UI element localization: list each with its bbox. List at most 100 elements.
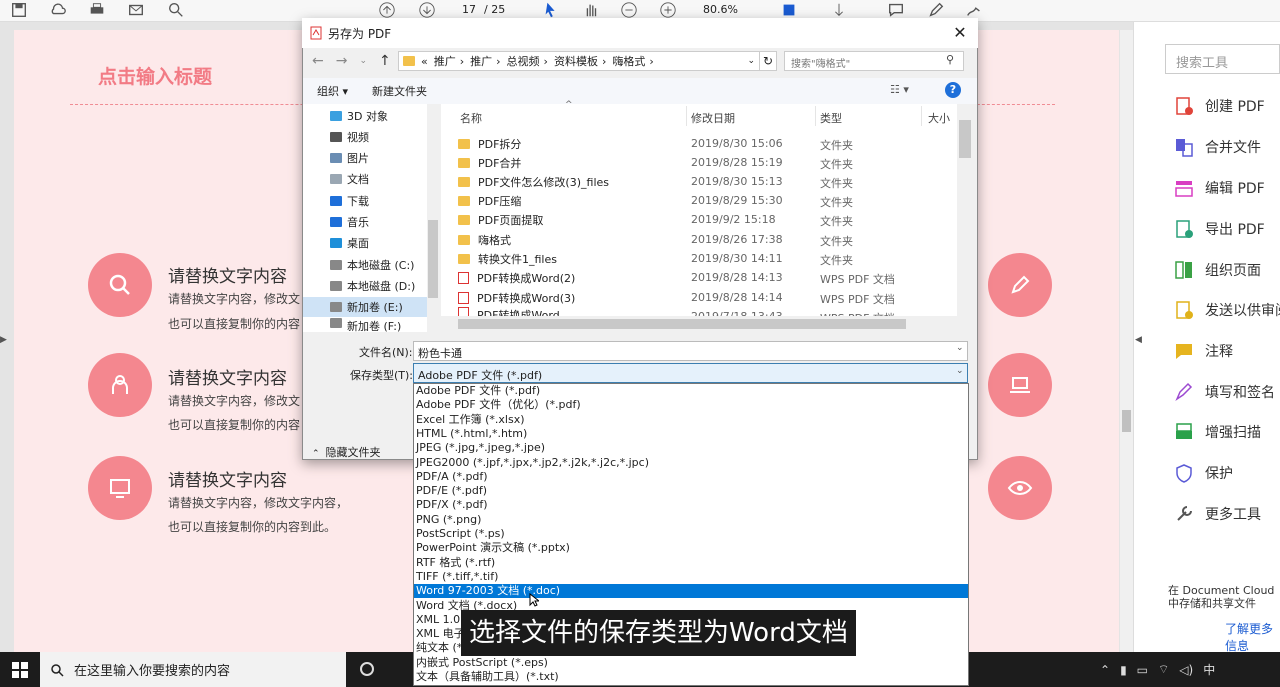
address-bar[interactable]: « 推广 › 推广 › 总视频 › 资料模板 › 嗨格式 › ⌄: [398, 51, 760, 71]
filetype-option[interactable]: TIFF (*.tiff,*.tif): [414, 570, 968, 584]
file-row[interactable]: PDF文件怎么修改(3)_files: [458, 172, 609, 191]
email-icon[interactable]: [125, 0, 147, 20]
file-row[interactable]: 嗨格式: [458, 230, 511, 249]
document-scrollbar[interactable]: [1120, 30, 1133, 652]
column-header-date[interactable]: 修改日期: [691, 110, 735, 126]
tools-search-input[interactable]: 搜索工具: [1165, 44, 1280, 74]
taskbar-search-box[interactable]: 在这里输入你要搜索的内容: [40, 652, 346, 687]
tool-combine-files[interactable]: 合并文件: [1173, 136, 1261, 158]
filetype-option[interactable]: JPEG2000 (*.jpf,*.jpx,*.jp2,*.j2k,*.j2c,…: [414, 456, 968, 470]
nav-item-videos[interactable]: 视频: [330, 127, 369, 147]
chevron-down-icon[interactable]: ⌄: [956, 366, 964, 376]
tool-create-pdf[interactable]: 创建 PDF: [1173, 95, 1265, 117]
tool-more-tools[interactable]: 更多工具: [1173, 503, 1261, 525]
breadcrumb-item[interactable]: 总视频: [507, 53, 540, 69]
column-header-type[interactable]: 类型: [820, 110, 842, 126]
breadcrumb-item[interactable]: 资料模板: [554, 53, 598, 69]
view-options-icon[interactable]: ☷ ▾: [890, 83, 909, 96]
breadcrumb-item[interactable]: 嗨格式: [612, 53, 645, 69]
task-view-icon[interactable]: [360, 662, 374, 676]
folder-search-input[interactable]: 搜索"嗨格式": [784, 51, 964, 71]
file-row[interactable]: PDF转换成Word: [458, 307, 560, 316]
filetype-select[interactable]: Adobe PDF 文件 (*.pdf): [413, 363, 968, 383]
breadcrumb-item[interactable]: 推广: [470, 53, 492, 69]
column-header-size[interactable]: 大小: [928, 110, 950, 126]
back-arrow-icon[interactable]: ←: [312, 53, 324, 69]
breadcrumb-back[interactable]: «: [421, 55, 428, 68]
windows-start-button[interactable]: [0, 652, 40, 687]
file-row[interactable]: 转换文件1_files: [458, 249, 557, 268]
filetype-option[interactable]: HTML (*.html,*.htm): [414, 427, 968, 441]
battery-icon[interactable]: ▭: [1137, 663, 1148, 677]
zoom-in-icon[interactable]: [657, 0, 679, 20]
scroll-mode-icon[interactable]: [828, 0, 850, 20]
organize-button[interactable]: 组织 ▾: [317, 83, 348, 99]
column-header-name[interactable]: 名称: [460, 110, 482, 126]
file-row[interactable]: PDF转换成Word(2): [458, 268, 575, 287]
filetype-option[interactable]: PDF/X (*.pdf): [414, 498, 968, 512]
select-cursor-icon[interactable]: [540, 0, 562, 20]
chevron-down-icon[interactable]: ⌄: [747, 56, 755, 66]
highlight-pen-icon[interactable]: [925, 0, 947, 20]
tool-organize-pages[interactable]: 组织页面: [1173, 259, 1261, 281]
filetype-option[interactable]: Adobe PDF 文件 (*.pdf): [414, 384, 968, 398]
tool-export-pdf[interactable]: 导出 PDF: [1173, 218, 1265, 240]
nav-item-music[interactable]: 音乐: [330, 212, 369, 232]
zoom-level[interactable]: 80.6%: [703, 3, 738, 16]
tool-edit-pdf[interactable]: 编辑 PDF: [1173, 177, 1265, 199]
nav-item-drive-f[interactable]: 新加卷 (F:): [330, 318, 401, 332]
prev-page-icon[interactable]: [376, 0, 398, 20]
upload-cloud-icon[interactable]: [47, 0, 69, 20]
fit-page-icon[interactable]: [778, 0, 800, 20]
close-icon[interactable]: ✕: [950, 23, 970, 43]
learn-more-link[interactable]: 了解更多信息: [1225, 620, 1280, 654]
nav-item-documents[interactable]: 文档: [330, 169, 369, 189]
nav-scroll-thumb[interactable]: [428, 220, 438, 298]
nav-item-drive-e[interactable]: 新加卷 (E:): [330, 297, 403, 317]
filetype-option[interactable]: 文本（具备辅助工具）(*.txt): [414, 670, 968, 684]
forward-arrow-icon[interactable]: →: [336, 53, 348, 69]
file-row[interactable]: PDF页面提取: [458, 210, 543, 229]
up-arrow-icon[interactable]: ↑: [379, 53, 391, 69]
filetype-option[interactable]: PDF/A (*.pdf): [414, 470, 968, 484]
nav-item-drive-c[interactable]: 本地磁盘 (C:): [330, 255, 414, 275]
filename-input[interactable]: 粉色卡通: [413, 341, 968, 361]
ime-indicator[interactable]: 中: [1203, 661, 1215, 678]
filetype-option[interactable]: Adobe PDF 文件（优化）(*.pdf): [414, 398, 968, 412]
save-icon[interactable]: [8, 0, 30, 20]
microphone-icon[interactable]: ▮: [1120, 663, 1127, 677]
collapse-left-icon[interactable]: ▶: [0, 335, 7, 345]
next-page-icon[interactable]: [416, 0, 438, 20]
nav-item-3d-objects[interactable]: 3D 对象: [330, 106, 388, 126]
tool-fill-sign[interactable]: 填写和签名: [1173, 381, 1275, 403]
file-list-hscroll-thumb[interactable]: [458, 319, 906, 329]
hand-tool-icon[interactable]: [580, 0, 602, 20]
filetype-option[interactable]: RTF 格式 (*.rtf): [414, 556, 968, 570]
filetype-option[interactable]: PNG (*.png): [414, 513, 968, 527]
chevron-down-icon[interactable]: ⌄: [956, 343, 964, 353]
print-icon[interactable]: [86, 0, 108, 20]
filetype-option[interactable]: Excel 工作簿 (*.xlsx): [414, 413, 968, 427]
hide-folders-button[interactable]: ⌃ 隐藏文件夹: [312, 444, 381, 460]
filetype-option[interactable]: PowerPoint 演示文稿 (*.pptx): [414, 541, 968, 555]
file-row[interactable]: PDF拆分: [458, 134, 521, 153]
nav-item-drive-d[interactable]: 本地磁盘 (D:): [330, 276, 415, 296]
file-row[interactable]: PDF合并: [458, 153, 521, 172]
filetype-option[interactable]: PDF/E (*.pdf): [414, 484, 968, 498]
help-icon[interactable]: ?: [945, 82, 961, 98]
chevron-up-icon[interactable]: ⌃: [1100, 663, 1110, 677]
file-row[interactable]: PDF转换成Word(3): [458, 288, 575, 307]
search-icon[interactable]: [165, 0, 187, 20]
filetype-option[interactable]: JPEG (*.jpg,*.jpeg,*.jpe): [414, 441, 968, 455]
tool-comment[interactable]: 注释: [1173, 340, 1233, 362]
comment-icon[interactable]: [885, 0, 907, 20]
recent-dropdown-icon[interactable]: ⌄: [359, 56, 367, 66]
sign-icon[interactable]: [963, 0, 985, 20]
file-row[interactable]: PDF压缩: [458, 191, 521, 210]
tool-send-review[interactable]: 发送以供审阅: [1173, 299, 1280, 321]
network-icon[interactable]: ⌔: [1158, 662, 1169, 677]
tool-enhance-scan[interactable]: 增强扫描: [1173, 421, 1261, 443]
filetype-option[interactable]: 内嵌式 PostScript (*.eps): [414, 656, 968, 670]
new-folder-button[interactable]: 新建文件夹: [372, 83, 427, 99]
document-scroll-thumb[interactable]: [1122, 410, 1131, 432]
